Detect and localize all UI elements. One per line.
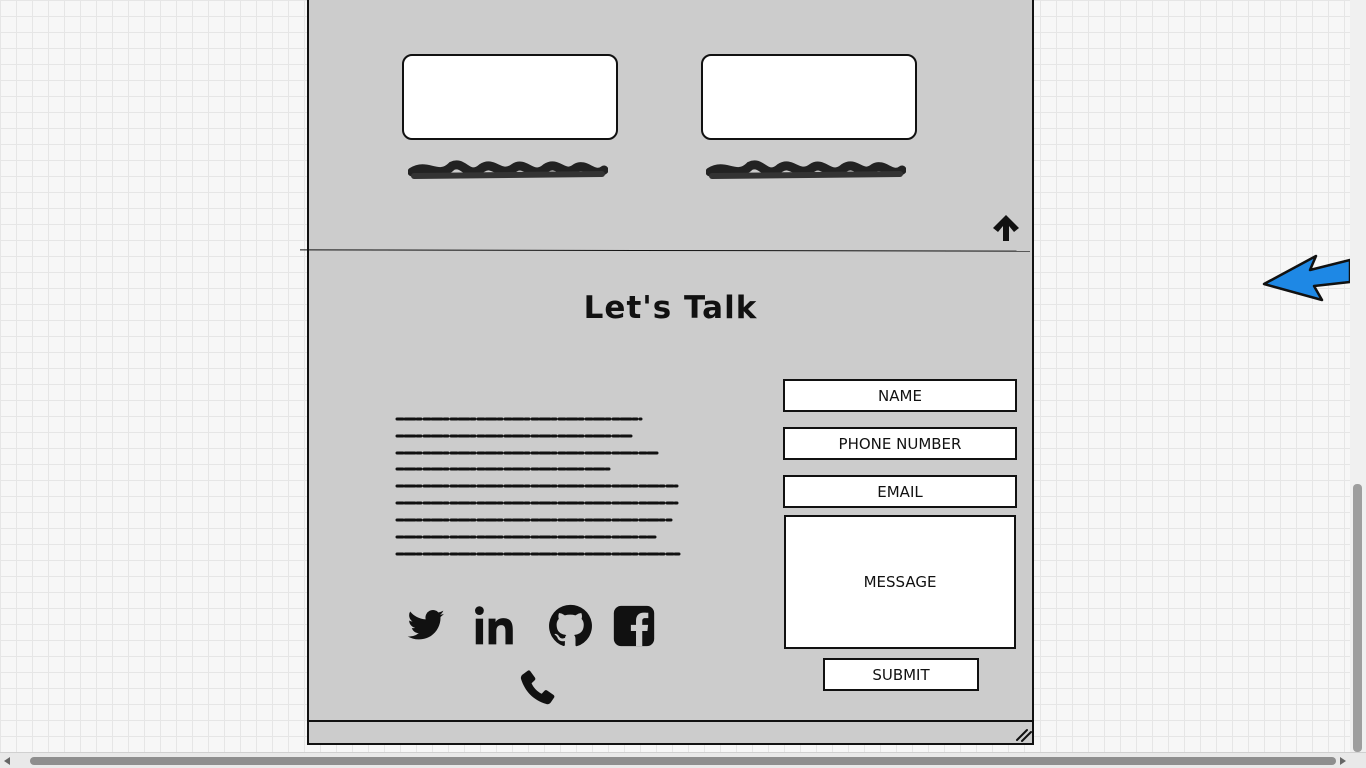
scroll-left-icon[interactable] [4, 757, 10, 765]
scroll-right-icon[interactable] [1340, 757, 1346, 765]
vertical-scrollbar[interactable] [1350, 0, 1366, 752]
horizontal-scroll-thumb[interactable] [30, 757, 1336, 765]
horizontal-scrollbar[interactable] [0, 752, 1366, 768]
project-thumbnail-2[interactable] [701, 54, 917, 140]
phone-field-label: PHONE NUMBER [838, 434, 962, 453]
facebook-icon[interactable] [612, 604, 656, 648]
phone-icon[interactable] [516, 667, 558, 709]
submit-button-label: SUBMIT [872, 665, 930, 684]
email-field[interactable]: EMAIL [783, 475, 1017, 508]
arrow-up-icon[interactable] [990, 213, 1022, 243]
contact-heading: Let's Talk [583, 290, 758, 326]
linkedin-icon[interactable] [472, 604, 518, 648]
phone-field[interactable]: PHONE NUMBER [783, 427, 1017, 460]
footer-divider [309, 720, 1033, 722]
submit-button[interactable]: SUBMIT [823, 658, 979, 691]
message-field-label: MESSAGE [863, 573, 937, 591]
name-field-label: NAME [878, 386, 922, 405]
project-caption-scribble-2 [706, 160, 906, 179]
github-icon[interactable] [548, 604, 592, 648]
email-field-label: EMAIL [877, 482, 923, 501]
resize-handle-icon[interactable] [1015, 728, 1033, 742]
blue-arrow-icon [1262, 254, 1350, 302]
vertical-scroll-thumb[interactable] [1353, 484, 1362, 752]
name-field[interactable]: NAME [783, 379, 1017, 412]
twitter-icon[interactable] [404, 606, 448, 646]
project-caption-scribble-1 [408, 160, 608, 179]
message-field[interactable]: MESSAGE [784, 515, 1016, 649]
contact-text-scribble [395, 417, 681, 556]
project-thumbnail-1[interactable] [402, 54, 618, 140]
